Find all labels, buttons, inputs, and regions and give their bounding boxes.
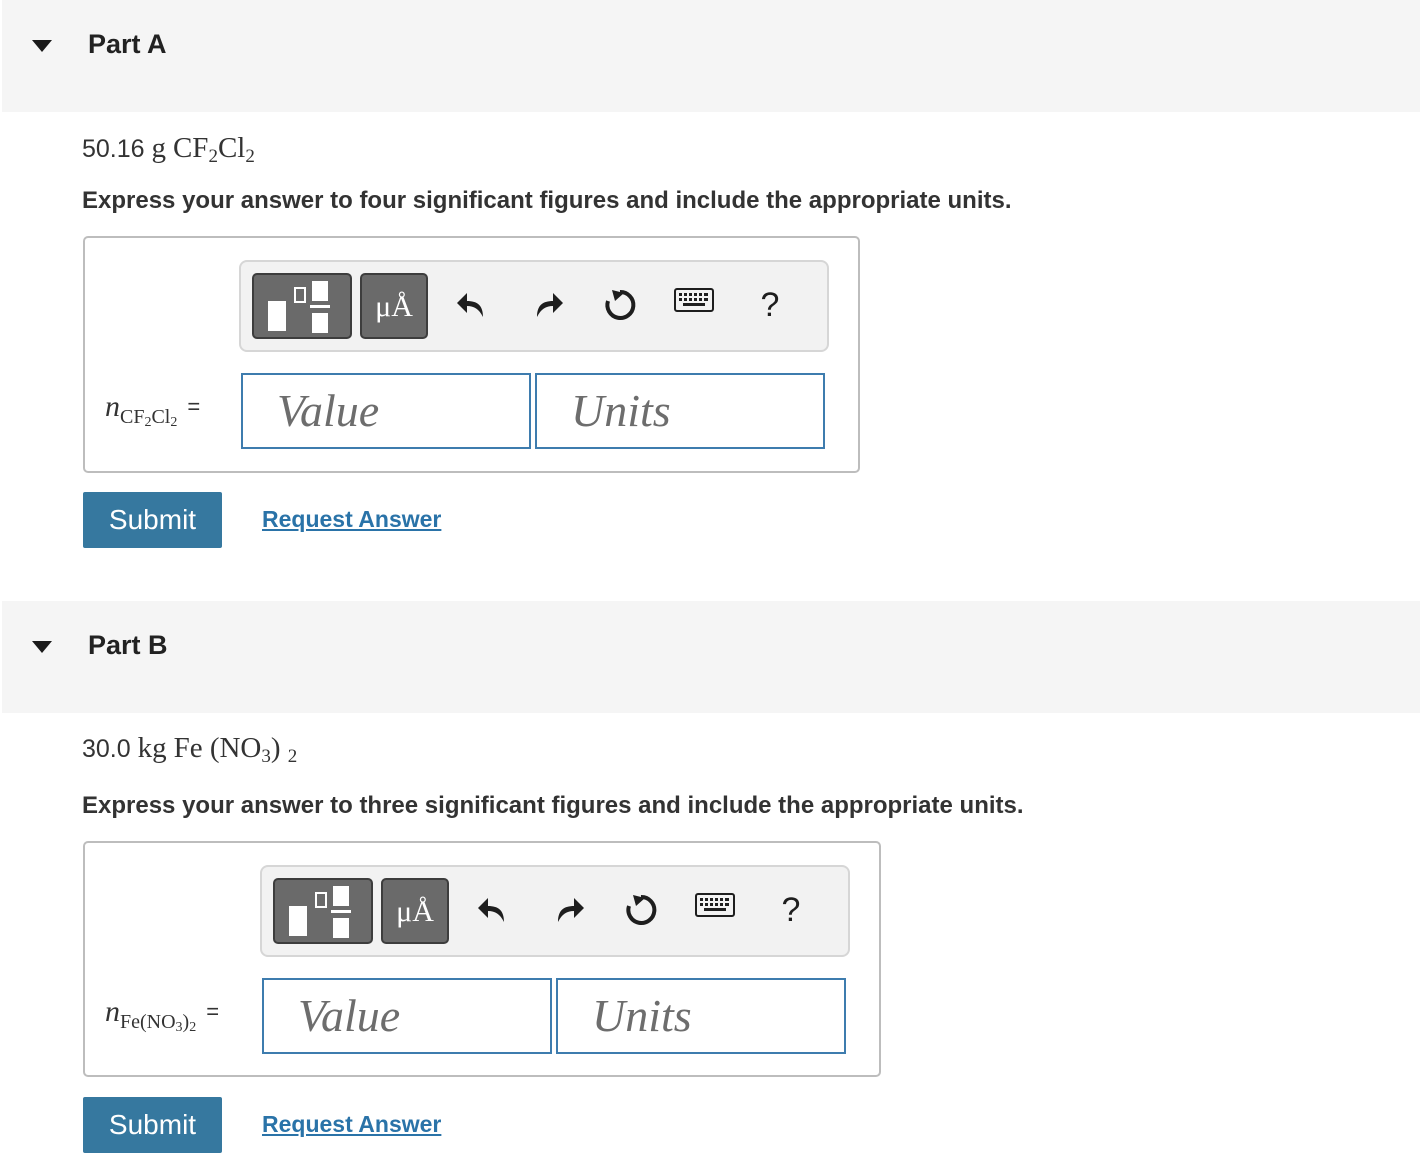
collapse-caret-icon[interactable]: [32, 641, 52, 653]
units-button[interactable]: μÅ: [381, 878, 449, 944]
part-a-title: Part A: [88, 29, 167, 59]
part-b-variable-label: nFe(NO3)2=: [105, 995, 220, 1035]
part-a-header[interactable]: Part A: [2, 0, 1420, 112]
part-b-answer-box: μÅ ? nFe(NO3)2= Value Units: [83, 841, 881, 1077]
part-b-title: Part B: [88, 630, 168, 660]
part-a-variable-label: nCF2Cl2=: [105, 390, 201, 430]
undo-icon[interactable]: [449, 282, 495, 328]
part-b-given-quantity: 30.0 kg Fe (NO3) 2: [82, 732, 298, 767]
redo-icon[interactable]: [546, 887, 592, 933]
reset-icon[interactable]: [618, 887, 664, 933]
templates-button[interactable]: [273, 878, 373, 944]
value-input[interactable]: Value: [241, 373, 531, 449]
units-input[interactable]: Units: [556, 978, 846, 1054]
units-input[interactable]: Units: [535, 373, 825, 449]
request-answer-link[interactable]: Request Answer: [262, 506, 441, 533]
part-a-answer-box: μÅ ? nCF2Cl2= Value Units: [83, 236, 860, 473]
request-answer-link[interactable]: Request Answer: [262, 1111, 441, 1138]
submit-button[interactable]: Submit: [83, 1097, 222, 1153]
value-input[interactable]: Value: [262, 978, 552, 1054]
units-button[interactable]: μÅ: [360, 273, 428, 339]
undo-icon[interactable]: [470, 887, 516, 933]
part-b-header[interactable]: Part B: [2, 601, 1420, 713]
math-toolbar: μÅ ?: [239, 260, 829, 352]
help-icon[interactable]: ?: [747, 282, 793, 328]
part-a-instruction: Express your answer to four significant …: [82, 187, 1012, 214]
keyboard-icon[interactable]: [671, 282, 717, 328]
help-icon[interactable]: ?: [768, 887, 814, 933]
templates-button[interactable]: [252, 273, 352, 339]
math-toolbar: μÅ ?: [260, 865, 850, 957]
redo-icon[interactable]: [525, 282, 571, 328]
part-b-instruction: Express your answer to three significant…: [82, 792, 1024, 819]
part-a-given-quantity: 50.16 g CF2Cl2: [82, 132, 255, 167]
collapse-caret-icon[interactable]: [32, 40, 52, 52]
keyboard-icon[interactable]: [692, 887, 738, 933]
reset-icon[interactable]: [597, 282, 643, 328]
submit-button[interactable]: Submit: [83, 492, 222, 548]
